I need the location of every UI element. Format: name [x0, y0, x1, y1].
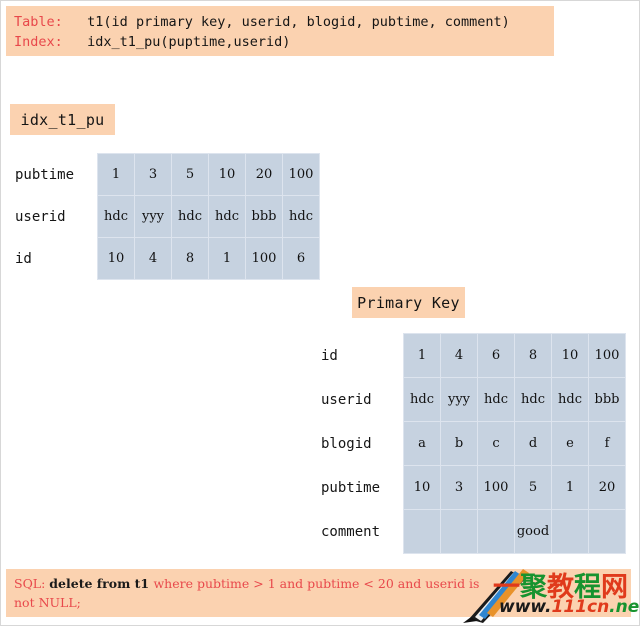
table-row: pubtime 10 3 100 5 1 20: [319, 465, 626, 510]
pk-cell: 8: [514, 333, 552, 378]
pk-cell: 100: [588, 333, 626, 378]
pk-cell: 3: [440, 465, 478, 510]
pk-cell: [440, 509, 478, 554]
schema-index-key: Index:: [14, 34, 63, 50]
pk-cell: [403, 509, 441, 554]
pk-cell: [588, 509, 626, 554]
index-cell: 1: [208, 237, 246, 280]
index-cell: 3: [134, 153, 172, 196]
index-cell: 6: [282, 237, 320, 280]
index-row-label-pubtime: pubtime: [15, 166, 75, 183]
index-cell: 100: [282, 153, 320, 196]
pk-cell: c: [477, 421, 515, 466]
index-cell: hdc: [97, 195, 135, 238]
pk-cell: d: [514, 421, 552, 466]
pk-cell: 5: [514, 465, 552, 510]
sql-statement-red-1: where pubtime > 1 and pubtime < 20 and u…: [153, 576, 480, 591]
pk-cell: [551, 509, 589, 554]
table-row: id 1 4 6 8 10 100: [319, 333, 626, 378]
index-cell: bbb: [245, 195, 283, 238]
pk-cell: [477, 509, 515, 554]
pk-row-label-id: id: [321, 347, 338, 364]
pk-cell: 100: [477, 465, 515, 510]
sql-line-1: SQL: delete from t1 where pubtime > 1 an…: [14, 574, 631, 593]
schema-index-line: Index: idx_t1_pu(puptime,userid): [14, 32, 554, 52]
sql-line-2: not NULL;: [14, 593, 631, 612]
sql-prefix: SQL:: [14, 576, 50, 591]
diagram-page: Table: t1(id primary key, userid, blogid…: [0, 0, 640, 626]
index-matrix: pubtime 1 3 5 10 20 100 userid hdc yyy h…: [13, 153, 320, 280]
table-row: blogid a b c d e f: [319, 421, 626, 466]
index-name-chip: idx_t1_pu: [10, 104, 115, 135]
table-row: comment good: [319, 509, 626, 554]
index-cell: yyy: [134, 195, 172, 238]
index-cell: 20: [245, 153, 283, 196]
pk-row-label-blogid: blogid: [321, 435, 372, 452]
pk-cell: good: [514, 509, 552, 554]
table-row: id 10 4 8 1 100 6: [13, 237, 320, 280]
sql-banner: SQL: delete from t1 where pubtime > 1 an…: [6, 569, 631, 617]
index-row-label-id: id: [15, 250, 32, 267]
pk-cell: e: [551, 421, 589, 466]
index-cell: hdc: [171, 195, 209, 238]
primary-key-chip: Primary Key: [352, 287, 465, 318]
index-cell: 10: [208, 153, 246, 196]
schema-table-definition: t1(id primary key, userid, blogid, pubti…: [87, 14, 510, 30]
index-cell: 4: [134, 237, 172, 280]
index-cell: 1: [97, 153, 135, 196]
pk-cell: 10: [551, 333, 589, 378]
table-row: pubtime 1 3 5 10 20 100: [13, 153, 320, 196]
index-cell: 100: [245, 237, 283, 280]
sql-statement-red-2: not NULL;: [14, 595, 81, 610]
sql-statement-dark: delete from t1: [49, 576, 154, 591]
pk-cell: 1: [403, 333, 441, 378]
primary-key-matrix: id 1 4 6 8 10 100 userid hdc yyy hdc hdc…: [319, 333, 626, 554]
pk-cell: hdc: [551, 377, 589, 422]
table-row: userid hdc yyy hdc hdc hdc bbb: [319, 377, 626, 422]
schema-table-key: Table:: [14, 14, 63, 30]
pk-cell: hdc: [403, 377, 441, 422]
table-row: userid hdc yyy hdc hdc bbb hdc: [13, 195, 320, 238]
pk-row-label-userid: userid: [321, 391, 372, 408]
pk-cell: 10: [403, 465, 441, 510]
pk-cell: 1: [551, 465, 589, 510]
pk-cell: 4: [440, 333, 478, 378]
index-cell: 10: [97, 237, 135, 280]
index-cell: hdc: [282, 195, 320, 238]
schema-table-line: Table: t1(id primary key, userid, blogid…: [14, 12, 554, 32]
index-cell: 5: [171, 153, 209, 196]
index-row-label-userid: userid: [15, 208, 66, 225]
index-cell: hdc: [208, 195, 246, 238]
pk-row-label-pubtime: pubtime: [321, 479, 381, 496]
schema-banner: Table: t1(id primary key, userid, blogid…: [6, 6, 554, 56]
pk-cell: bbb: [588, 377, 626, 422]
pk-cell: b: [440, 421, 478, 466]
pk-row-label-comment: comment: [321, 523, 381, 540]
pk-cell: yyy: [440, 377, 478, 422]
pk-cell: hdc: [477, 377, 515, 422]
pk-cell: hdc: [514, 377, 552, 422]
schema-index-definition: idx_t1_pu(puptime,userid): [87, 34, 291, 50]
pk-cell: 6: [477, 333, 515, 378]
pk-cell: a: [403, 421, 441, 466]
pk-cell: f: [588, 421, 626, 466]
index-cell: 8: [171, 237, 209, 280]
pk-cell: 20: [588, 465, 626, 510]
